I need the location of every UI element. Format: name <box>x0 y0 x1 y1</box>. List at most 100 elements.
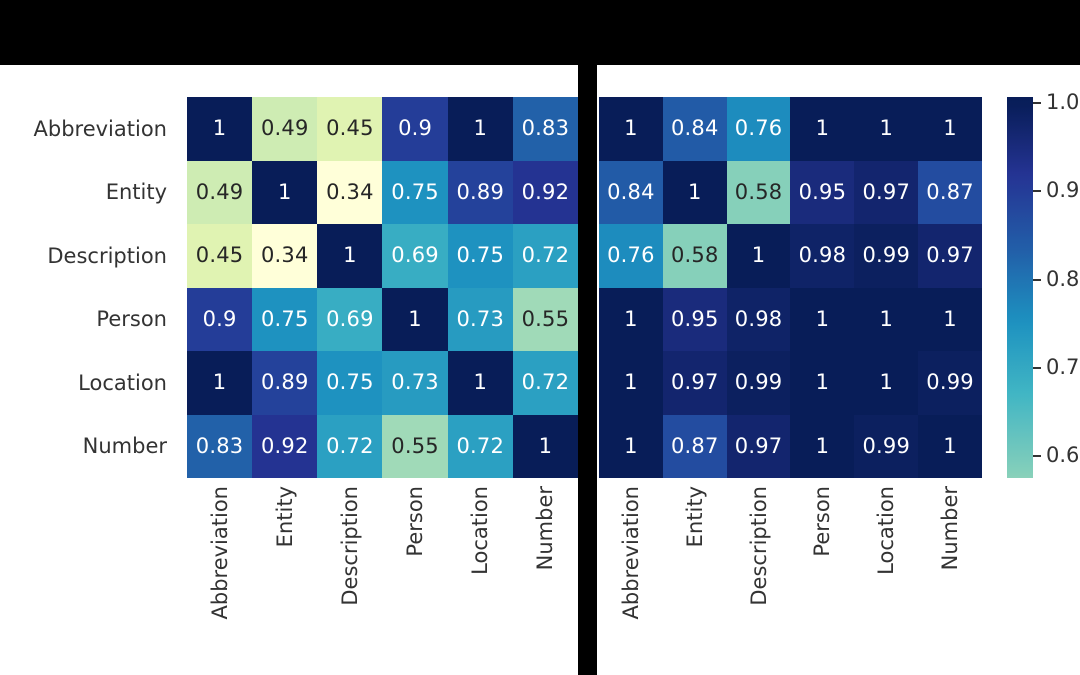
heatmap-cell: 0.99 <box>726 351 791 415</box>
heatmap-cell: 0.73 <box>382 351 448 415</box>
x-tick-label: Location <box>468 486 493 575</box>
heatmap-cell: 0.84 <box>662 97 727 161</box>
heatmap-cell: 0.83 <box>512 97 578 161</box>
y-tick-label: Person <box>96 307 167 332</box>
colorbar-tick-mark <box>1033 278 1041 281</box>
heatmap-cell: 1 <box>854 97 919 161</box>
heatmap-cell: 1 <box>447 351 513 415</box>
heatmap-cell: 1 <box>918 287 982 351</box>
colorbar-tick-mark <box>1033 190 1041 193</box>
heatmap-cell: 0.87 <box>918 160 982 224</box>
colorbar-tick-mark <box>1033 454 1041 457</box>
heatmap-cell: 1 <box>662 160 727 224</box>
heatmap-cell: 0.72 <box>447 414 513 478</box>
x-tick-slot: Person <box>790 478 854 663</box>
heatmap-cell: 0.99 <box>854 414 919 478</box>
colorbar-tick-label: 0.9 <box>1046 178 1080 203</box>
heatmap-cell: 0.98 <box>726 287 791 351</box>
heatmap-cell: 1 <box>599 287 663 351</box>
heatmap-cell: 0.45 <box>187 224 253 288</box>
heatmap-cell: 1 <box>790 414 855 478</box>
right-heatmap-panel: 1 0.84 0.76 1 1 1 0.84 1 0.58 0.95 0.97 0.87 0.76 0.5… <box>599 97 982 478</box>
x-tick-label: Person <box>403 486 428 557</box>
figure-root: Abbreviation Entity Description Person Locat… <box>0 0 1080 675</box>
left-heatmap-panel: 1 0.49 0.45 0.9 1 0.83 0.49 1 0.34 0.75 0.89 0.92 0.… <box>187 97 578 478</box>
heatmap-cell: 0.97 <box>662 351 727 415</box>
y-tick-label: Entity <box>105 180 167 205</box>
heatmap-cell: 1 <box>382 287 448 351</box>
colorbar-tick-label: 0.6 <box>1046 442 1080 467</box>
heatmap-cell: 1 <box>599 414 663 478</box>
heatmap-cell: 1 <box>918 97 982 161</box>
heatmap-cell: 0.99 <box>918 351 982 415</box>
y-tick-label: Description <box>47 243 167 268</box>
heatmap-cell: 0.84 <box>599 160 663 224</box>
heatmap-cell: 0.95 <box>662 287 727 351</box>
panel-divider <box>578 65 597 675</box>
x-tick-slot: Entity <box>252 478 317 663</box>
x-tick-slot: Abbreviation <box>599 478 663 663</box>
heatmap-cell: 0.83 <box>187 414 253 478</box>
heatmap-cell: 0.49 <box>187 160 253 224</box>
y-tick-label: Location <box>78 370 167 395</box>
heatmap-cell: 1 <box>187 97 253 161</box>
x-tick-label: Description <box>337 486 362 606</box>
x-tick-label: Entity <box>272 486 297 548</box>
x-tick-slot: Location <box>854 478 918 663</box>
heatmap-cell: 0.95 <box>790 160 855 224</box>
heatmap-cell: 0.92 <box>512 160 578 224</box>
heatmap-cell: 1 <box>790 97 855 161</box>
heatmap-cell: 0.69 <box>382 224 448 288</box>
heatmap-cell: 0.34 <box>252 224 318 288</box>
heatmap-cell: 0.92 <box>252 414 318 478</box>
colorbar: 1.0 0.9 0.8 0.7 0.6 <box>1007 90 1079 478</box>
x-tick-slot: Abbreviation <box>187 478 252 663</box>
heatmap-cell: 0.97 <box>726 414 791 478</box>
right-x-axis-tick-labels: Abbreviation Entity Description Person Locat… <box>599 478 982 663</box>
heatmap-cell: 0.73 <box>447 287 513 351</box>
x-tick-label: Number <box>938 486 963 571</box>
heatmap-cell: 0.55 <box>382 414 448 478</box>
top-black-band <box>0 0 1080 65</box>
colorbar-tick-label: 0.7 <box>1046 354 1080 379</box>
right-heatmap-grid: 1 0.84 0.76 1 1 1 0.84 1 0.58 0.95 0.97 0.87 0.76 0.5… <box>599 97 982 478</box>
heatmap-cell: 0.58 <box>662 224 727 288</box>
x-tick-label: Entity <box>682 486 707 548</box>
heatmap-cell: 1 <box>854 287 919 351</box>
heatmap-cell: 1 <box>512 414 578 478</box>
colorbar-tick-label: 0.8 <box>1046 266 1080 291</box>
heatmap-cell: 0.97 <box>854 160 919 224</box>
x-tick-label: Abbreviation <box>618 486 643 620</box>
x-tick-slot: Number <box>918 478 982 663</box>
heatmap-cell: 0.72 <box>512 351 578 415</box>
x-tick-label: Number <box>533 486 558 571</box>
y-tick-label: Number <box>82 434 167 459</box>
colorbar-tick-label: 1.0 <box>1046 90 1080 115</box>
x-tick-slot: Person <box>383 478 448 663</box>
y-axis-tick-labels: Abbreviation Entity Description Person Locat… <box>0 97 177 478</box>
colorbar-gradient <box>1007 97 1033 478</box>
heatmap-cell: 0.9 <box>187 287 253 351</box>
heatmap-cell: 0.76 <box>599 224 663 288</box>
x-tick-label: Abbreviation <box>207 486 232 620</box>
heatmap-cell: 0.55 <box>512 287 578 351</box>
x-tick-slot: Location <box>448 478 513 663</box>
x-tick-label: Person <box>810 486 835 557</box>
colorbar-tick-mark <box>1033 366 1041 369</box>
y-tick-label: Abbreviation <box>33 116 167 141</box>
heatmap-cell: 0.69 <box>317 287 383 351</box>
heatmap-cell: 1 <box>918 414 982 478</box>
heatmap-cell: 1 <box>790 351 855 415</box>
heatmap-cell: 1 <box>599 351 663 415</box>
heatmap-cell: 0.75 <box>252 287 318 351</box>
heatmap-cell: 0.75 <box>447 224 513 288</box>
heatmap-cell: 0.76 <box>726 97 791 161</box>
heatmap-cell: 0.75 <box>317 351 383 415</box>
heatmap-cell: 1 <box>317 224 383 288</box>
heatmap-cell: 1 <box>790 287 855 351</box>
x-tick-label: Location <box>874 486 899 575</box>
heatmap-cell: 1 <box>187 351 253 415</box>
x-tick-slot: Number <box>513 478 578 663</box>
heatmap-cell: 0.9 <box>382 97 448 161</box>
heatmap-cell: 0.75 <box>382 160 448 224</box>
